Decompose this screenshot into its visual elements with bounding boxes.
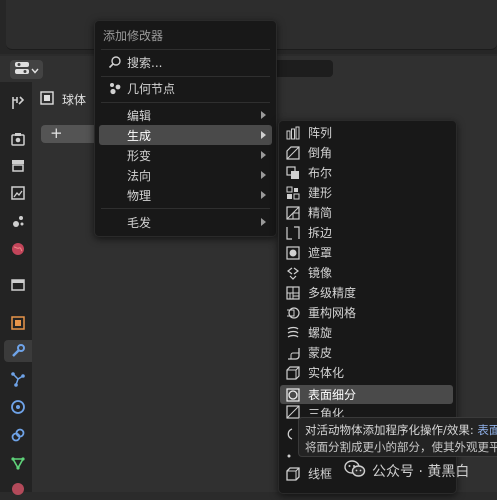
menu-separator <box>101 208 270 209</box>
weld-icon <box>284 427 296 444</box>
data-tab-icon[interactable] <box>7 452 29 474</box>
output-tab-icon[interactable] <box>7 154 29 176</box>
menu-item-build[interactable]: 建形 <box>280 183 453 202</box>
triangulate-icon <box>286 405 300 419</box>
skin-icon <box>286 346 300 360</box>
menu-item-skin[interactable]: 蒙皮 <box>280 343 453 362</box>
menu-item-edge-split[interactable]: 拆边 <box>280 223 453 242</box>
mirror-icon <box>286 266 300 280</box>
menu-item-subdivision-surface[interactable]: 表面细分 <box>280 385 453 404</box>
menu-item-screw[interactable]: 螺旋 <box>280 323 453 342</box>
build-icon <box>286 186 300 200</box>
object-name: 球体 <box>62 92 87 107</box>
boolean-icon <box>286 165 300 180</box>
decimate-icon <box>286 205 300 220</box>
menu-item-deform[interactable]: 形变 <box>99 145 272 165</box>
menu-separator <box>101 49 270 50</box>
geometry-nodes-icon <box>108 81 122 98</box>
menu-item-array[interactable]: 阵列 <box>280 123 453 142</box>
edge-split-icon <box>286 225 300 240</box>
menu-item-solidify[interactable]: 实体化 <box>280 363 453 382</box>
menu-item-mirror[interactable]: 镜像 <box>280 263 453 282</box>
subdivision-icon <box>286 387 300 402</box>
menu-item-decimate[interactable]: 精简 <box>280 203 453 222</box>
menu-item-bevel[interactable]: 倒角 <box>280 143 453 162</box>
tooltip: 对活动物体添加程序化操作/效果: 表面细 将面分割成更小的部分，使其外观更平滑 <box>298 417 497 457</box>
submenu-arrow-icon <box>261 151 266 159</box>
submenu-arrow-icon <box>261 131 266 139</box>
menu-item-generate[interactable]: 生成 <box>99 125 272 145</box>
scene-tab-icon[interactable] <box>7 210 29 232</box>
add-modifier-button[interactable]: + <box>41 125 101 143</box>
properties-tab-bar <box>0 82 32 495</box>
menu-item-remesh[interactable]: 重构网格 <box>280 303 453 322</box>
editor-type-icon <box>14 62 29 77</box>
menu-item-boolean[interactable]: 布尔 <box>280 163 453 182</box>
remesh-icon <box>286 306 300 320</box>
modifier-tab-icon[interactable] <box>4 340 32 362</box>
menu-item-hair[interactable]: 毛发 <box>99 212 272 232</box>
tooltip-line-2: 将面分割成更小的部分，使其外观更平滑 <box>305 440 497 454</box>
mesh-object-icon <box>40 90 54 108</box>
particles-tab-icon[interactable] <box>7 368 29 390</box>
geometry-nodes-item[interactable]: 几何节点 <box>99 78 272 98</box>
mask-icon <box>286 245 300 260</box>
tooltip-line-1: 对活动物体添加程序化操作/效果: 表面细 <box>305 423 497 437</box>
constraints-tab-icon[interactable] <box>7 424 29 446</box>
multires-icon <box>286 285 300 300</box>
menu-item-multires[interactable]: 多级精度 <box>280 283 453 302</box>
volume-icon <box>285 449 293 463</box>
render-tab-icon[interactable] <box>7 128 29 150</box>
physics-tab-icon[interactable] <box>7 396 29 418</box>
world-tab-icon[interactable] <box>7 238 29 260</box>
object-name-row: 球体 <box>40 88 86 110</box>
menu-item-mask[interactable]: 遮罩 <box>280 243 453 262</box>
tool-tab-icon[interactable] <box>7 92 29 114</box>
menu-item-edit[interactable]: 编辑 <box>99 105 272 125</box>
array-icon <box>286 126 300 140</box>
chevron-down-icon <box>30 63 39 77</box>
submenu-arrow-icon <box>261 191 266 199</box>
watermark-text: 公众号 · 黄黑白 <box>372 464 470 480</box>
object-tab-icon[interactable] <box>7 312 29 334</box>
search-menu-item[interactable]: 搜索... <box>99 52 272 72</box>
bevel-icon <box>286 145 300 160</box>
solidify-icon <box>286 365 300 380</box>
menu-item-normals[interactable]: 法向 <box>99 165 272 185</box>
search-icon <box>108 55 122 72</box>
menu-item-physics[interactable]: 物理 <box>99 185 272 205</box>
submenu-arrow-icon <box>261 111 266 119</box>
menu-separator <box>101 76 270 77</box>
watermark: 公众号 · 黄黑白 <box>344 460 469 482</box>
material-tab-icon[interactable] <box>7 478 29 500</box>
wireframe-icon <box>286 466 300 481</box>
view-layer-tab-icon[interactable] <box>7 182 29 204</box>
submenu-arrow-icon <box>261 218 266 226</box>
collection-tab-icon[interactable] <box>7 274 29 296</box>
submenu-arrow-icon <box>261 171 266 179</box>
editor-type-button[interactable] <box>10 60 43 79</box>
screw-icon <box>286 326 300 340</box>
add-modifier-menu: 添加修改器 搜索... 几何节点 编辑 生成 形变 法向 物理 毛发 <box>94 20 277 237</box>
wechat-logo-icon <box>344 460 366 482</box>
menu-title: 添加修改器 <box>103 29 164 43</box>
menu-separator <box>101 102 270 103</box>
